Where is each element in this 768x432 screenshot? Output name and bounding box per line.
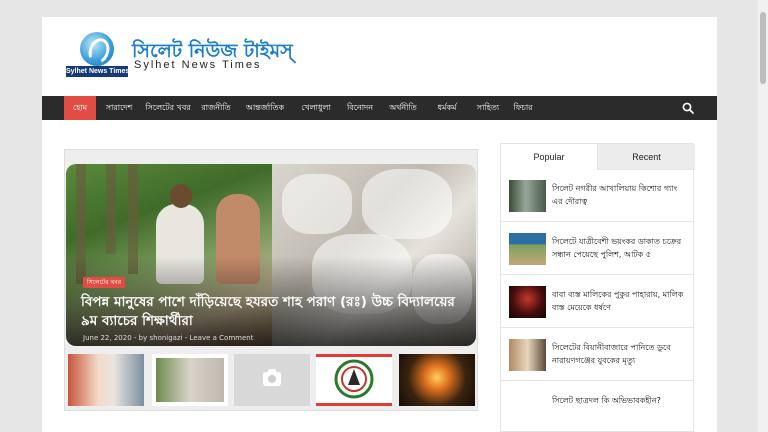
nav-item-international[interactable]: আন্তর্জাতিক xyxy=(240,96,290,120)
nav-item-sylhet-news[interactable]: সিলেটের খবর xyxy=(144,96,192,120)
post-date: June 22, 2020 xyxy=(83,334,132,342)
nav-item-home[interactable]: হোম xyxy=(64,96,96,120)
post-title[interactable]: সিলেট ছাত্রদল কি অভিভাবকহীন? xyxy=(552,394,688,407)
thumbnail[interactable] xyxy=(316,354,392,406)
thumbnail[interactable] xyxy=(399,354,475,406)
thumbnail[interactable] xyxy=(68,354,144,406)
nav-item-sports[interactable]: খেলাধুলা xyxy=(296,96,336,120)
author-prefix: by xyxy=(138,334,148,342)
nav-item-literature[interactable]: সাহিত্য xyxy=(472,96,504,120)
list-item[interactable]: সিলেট নগরীর আখালিয়ায় কিশোর গ্যাং এর দৌ… xyxy=(501,170,693,222)
author-link[interactable]: shonigazi xyxy=(149,334,182,342)
sidebar-widget: Popular Recent সিলেট নগরীর আখালিয়ায় কি… xyxy=(500,143,695,432)
site-logo[interactable]: Sylhet News Times xyxy=(66,32,130,77)
scrollbar-thumb[interactable] xyxy=(760,12,766,84)
slider-thumbnails xyxy=(68,352,478,410)
post-thumbnail[interactable] xyxy=(509,286,546,318)
nav-item-countrywide[interactable]: সারাদেশ xyxy=(100,96,138,120)
nav-item-religion[interactable]: ধর্মকর্ম xyxy=(428,96,466,120)
list-item[interactable]: সিলেট ছাত্রদল কি অভিভাবকহীন? xyxy=(501,382,693,432)
featured-slider: সিলেটের খবর বিপন্ন মানুষের পাশে দাঁড়িয়… xyxy=(64,149,478,411)
school-emblem-icon xyxy=(334,359,374,399)
post-thumbnail[interactable] xyxy=(509,339,546,371)
page: Sylhet News Times সিলেট নিউজ টাইমস্ Sylh… xyxy=(42,17,717,432)
slide-headline[interactable]: বিপন্ন মানুষের পাশে দাঁড়িয়েছে হযরত শাহ… xyxy=(81,293,469,331)
thumbnail-active[interactable] xyxy=(152,354,228,406)
tab-popular[interactable]: Popular xyxy=(501,144,597,170)
site-subtitle: Sylhet News Times xyxy=(134,59,262,71)
list-item[interactable]: সিলেটের বিয়ানীবাজারে পানিতে ডুবে নারায়… xyxy=(501,329,693,381)
list-item[interactable]: বাবা ব্যস্ত মালিকের পুকুর পাহারায়, মালি… xyxy=(501,276,693,328)
page-scrollbar[interactable] xyxy=(758,0,768,432)
post-thumbnail[interactable] xyxy=(509,180,546,212)
post-title[interactable]: বাবা ব্যস্ত মালিকের পুকুর পাহারায়, মালি… xyxy=(552,288,688,314)
nav-item-feature[interactable]: ফিচার xyxy=(508,96,538,120)
logo-globe-icon xyxy=(80,32,114,66)
search-icon[interactable] xyxy=(682,102,694,114)
camera-icon xyxy=(263,369,281,386)
logo-text: Sylhet News Times xyxy=(66,66,130,77)
post-title[interactable]: সিলেটে যাত্রীবেশী ভয়ংকর ডাকাত চক্রের সন… xyxy=(552,235,688,261)
post-title[interactable]: সিলেট নগরীর আখালিয়ায় কিশোর গ্যাং এর দৌ… xyxy=(552,182,688,208)
sidebar-tabs: Popular Recent xyxy=(501,144,695,170)
thumbnail[interactable] xyxy=(234,354,310,406)
featured-slide[interactable]: সিলেটের খবর বিপন্ন মানুষের পাশে দাঁড়িয়… xyxy=(66,164,476,346)
post-title[interactable]: সিলেটের বিয়ানীবাজারে পানিতে ডুবে নারায়… xyxy=(552,341,688,367)
nav-item-economy[interactable]: অর্থনীতি xyxy=(384,96,422,120)
comment-link[interactable]: Leave a Comment xyxy=(190,334,254,342)
slide-meta: June 22, 2020 - by shonigazi - Leave a C… xyxy=(83,334,254,342)
nav-item-politics[interactable]: রাজনীতি xyxy=(198,96,234,120)
main-nav: হোম সারাদেশ সিলেটের খবর রাজনীতি আন্তর্জা… xyxy=(42,96,717,120)
list-item[interactable]: সিলেটে যাত্রীবেশী ভয়ংকর ডাকাত চক্রের সন… xyxy=(501,223,693,275)
nav-item-entertainment[interactable]: বিনোদন xyxy=(342,96,378,120)
category-badge[interactable]: সিলেটের খবর xyxy=(83,277,126,288)
tab-recent[interactable]: Recent xyxy=(597,144,695,170)
post-thumbnail[interactable] xyxy=(509,233,546,265)
